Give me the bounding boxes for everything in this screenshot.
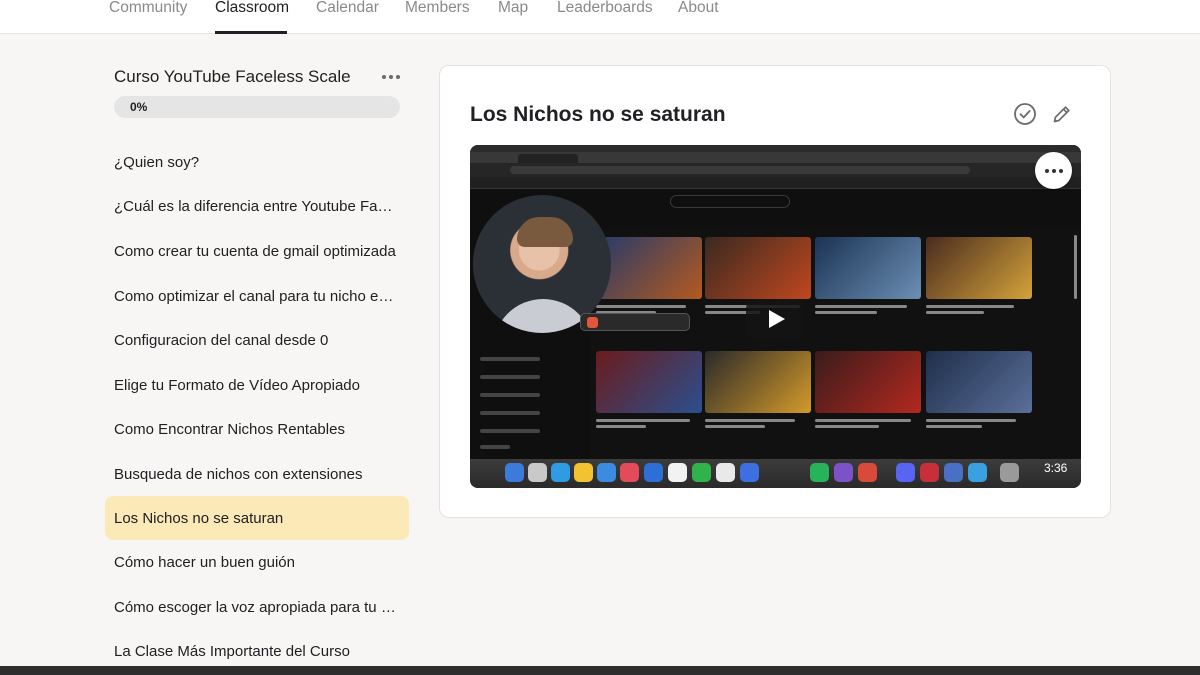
- lesson-item-7[interactable]: Como Encontrar Nichos Rentables: [105, 407, 409, 451]
- ellipsis-icon: [1044, 168, 1049, 173]
- lesson-item-1[interactable]: ¿Quien soy?: [105, 140, 409, 184]
- lesson-title: Los Nichos no se saturan: [470, 103, 726, 126]
- lesson-item-5[interactable]: Configuracion del canal desde 0: [105, 318, 409, 362]
- tab-community[interactable]: Community: [109, 0, 187, 34]
- pencil-icon: [1053, 106, 1070, 123]
- lesson-item-6[interactable]: Elige tu Formato de Vídeo Apropiado: [105, 363, 409, 407]
- screen-recorder-toolbar: [580, 313, 690, 331]
- tab-about[interactable]: About: [678, 0, 722, 34]
- lesson-label: Busqueda de nichos con extensiones: [114, 465, 363, 483]
- top-nav: Community Classroom Calendar Members Map…: [0, 0, 1200, 34]
- video-thumbnail: [596, 351, 702, 413]
- video-thumbnail: [926, 351, 1032, 413]
- lesson-item-4[interactable]: Como optimizar el canal para tu nicho es…: [105, 274, 409, 318]
- tab-classroom[interactable]: Classroom: [215, 0, 289, 34]
- ellipsis-icon: [382, 75, 386, 79]
- tab-calendar[interactable]: Calendar: [316, 0, 379, 34]
- tab-members[interactable]: Members: [405, 0, 471, 34]
- tab-map[interactable]: Map: [498, 0, 530, 34]
- lesson-label: Elige tu Formato de Vídeo Apropiado: [114, 376, 360, 394]
- edit-lesson-button[interactable]: [1051, 103, 1073, 125]
- check-circle-icon: [1014, 103, 1036, 125]
- play-icon[interactable]: [746, 299, 804, 339]
- lesson-label: ¿Quien soy?: [114, 153, 200, 171]
- lesson-label: ¿Cuál es la diferencia entre Youtube Fac…: [114, 197, 400, 215]
- lesson-label: Cómo escoger la voz apropiada para tu ca…: [114, 598, 400, 616]
- lesson-label: Cómo hacer un buen guión: [114, 553, 295, 571]
- bottom-taskbar-strip: [0, 666, 1200, 675]
- lesson-item-10[interactable]: Cómo hacer un buen guión: [105, 540, 409, 584]
- video-thumbnail: [705, 351, 811, 413]
- video-thumbnail: [596, 237, 702, 299]
- lesson-item-11[interactable]: Cómo escoger la voz apropiada para tu ca…: [105, 585, 409, 629]
- lesson-label: Configuracion del canal desde 0: [114, 331, 329, 349]
- video-thumbnail: [926, 237, 1032, 299]
- lesson-label: Como optimizar el canal para tu nicho es…: [114, 287, 400, 305]
- video-more-options-button[interactable]: [1035, 152, 1072, 189]
- video-duration: 3:36: [1044, 461, 1068, 475]
- video-thumbnail: [705, 237, 811, 299]
- lesson-item-3[interactable]: Como crear tu cuenta de gmail optimizada: [105, 229, 409, 273]
- lesson-content-card: Los Nichos no se saturan 3:36: [439, 65, 1111, 518]
- mark-complete-button[interactable]: [1013, 102, 1037, 126]
- video-screen-dock: [470, 459, 1081, 488]
- video-thumbnail: [815, 351, 921, 413]
- video-thumbnail: [815, 237, 921, 299]
- lesson-label: La Clase Más Importante del Curso: [114, 642, 350, 660]
- lesson-label: Como Encontrar Nichos Rentables: [114, 420, 345, 438]
- lesson-item-2[interactable]: ¿Cuál es la diferencia entre Youtube Fac…: [105, 184, 409, 228]
- course-title: Curso YouTube Faceless Scale: [114, 67, 351, 86]
- lesson-item-8[interactable]: Busqueda de nichos con extensiones: [105, 452, 409, 496]
- course-progress-bar: 0%: [114, 96, 400, 118]
- record-icon: [587, 317, 598, 328]
- lesson-video-player[interactable]: 3:36: [470, 145, 1081, 488]
- lesson-item-9-active[interactable]: Los Nichos no se saturan: [105, 496, 409, 540]
- lesson-label: Los Nichos no se saturan: [114, 509, 284, 527]
- course-menu-button[interactable]: [380, 68, 402, 86]
- lesson-label: Como crear tu cuenta de gmail optimizada: [114, 242, 396, 260]
- tab-leaderboards[interactable]: Leaderboards: [557, 0, 653, 34]
- video-screen-scrollbar: [1074, 235, 1077, 299]
- course-progress-label: 0%: [130, 100, 148, 114]
